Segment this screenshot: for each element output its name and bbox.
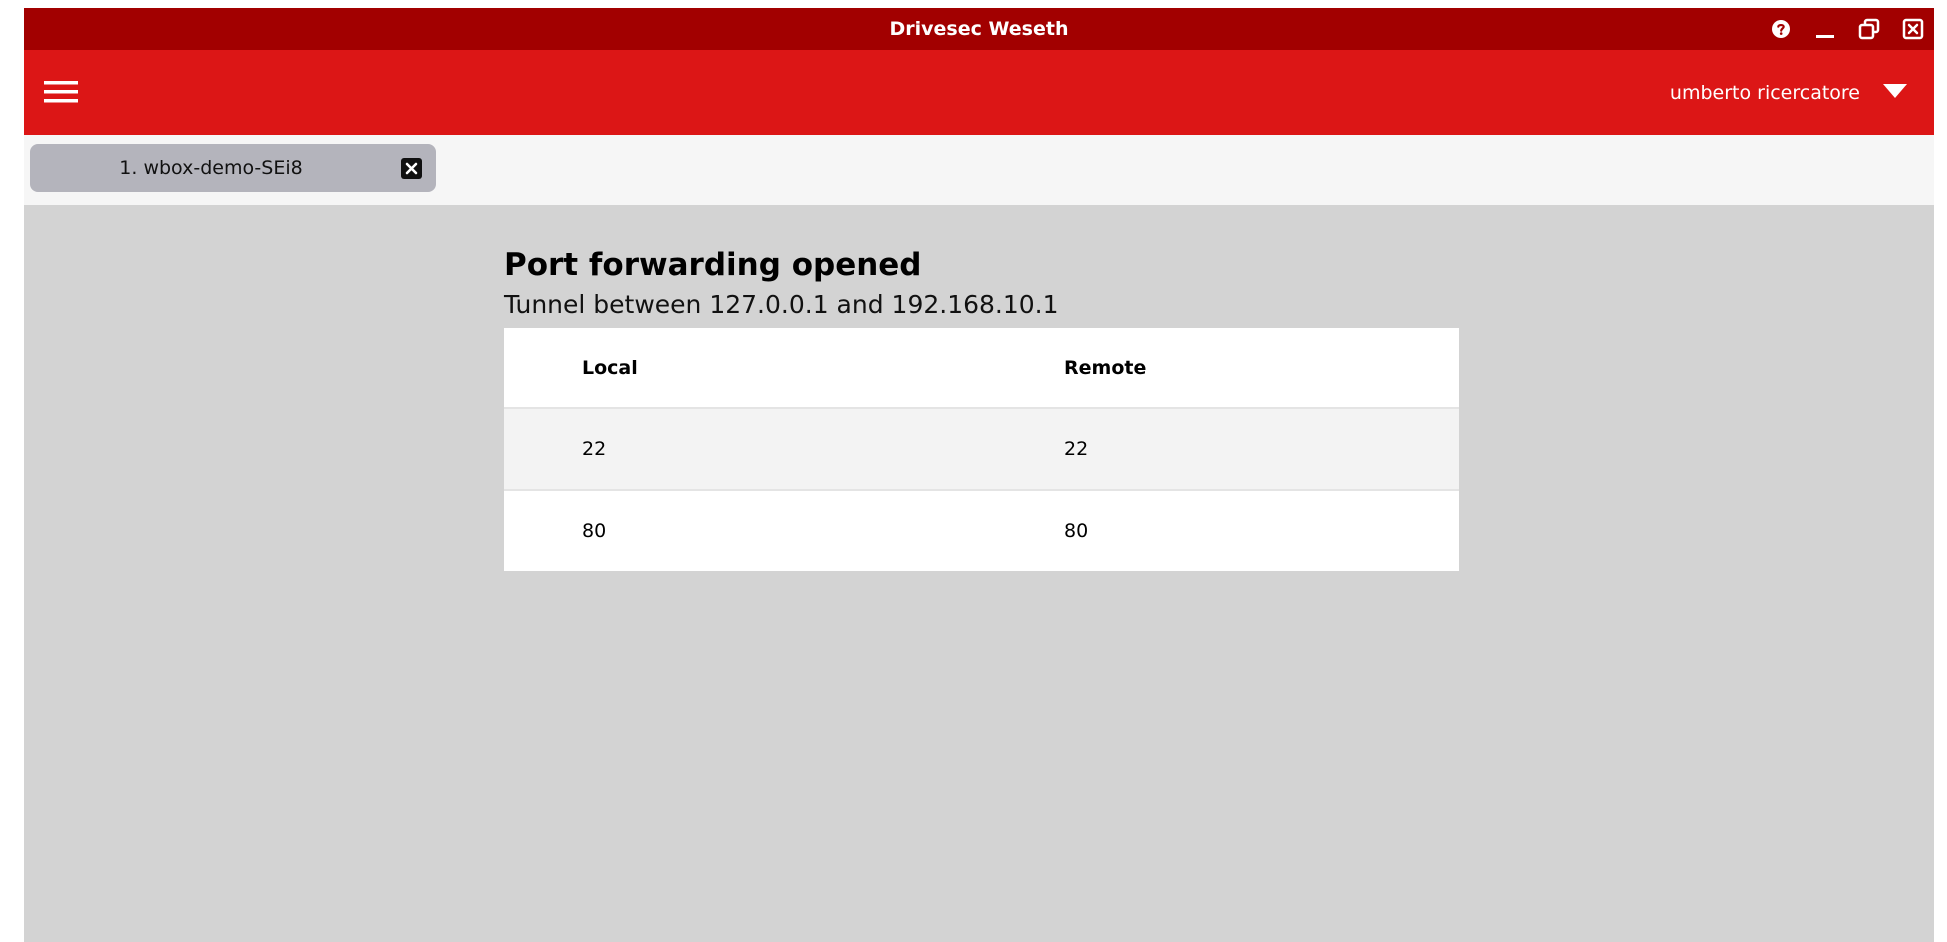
remote-port-cell: 22 [986,408,1459,491]
user-name: umberto ricercatore [1669,81,1860,104]
app-window: Drivesec Weseth umberto ricercatore 1. w… [24,8,1934,942]
title-bar: Drivesec Weseth [24,8,1934,50]
column-header-remote: Remote [986,328,1459,409]
window-controls [1770,8,1924,50]
tab-label: 1. wbox-demo-SEi8 [119,157,303,179]
tab-strip: 1. wbox-demo-SEi8 [24,135,1934,205]
table-row: 22 22 [504,408,1459,491]
close-icon[interactable] [1902,18,1924,40]
help-icon[interactable] [1770,18,1792,40]
restore-icon[interactable] [1858,18,1880,40]
window-title: Drivesec Weseth [889,18,1069,40]
page-title: Port forwarding opened [504,247,922,283]
caret-down-icon [1882,82,1908,104]
table-row: 80 80 [504,490,1459,571]
ports-table: Local Remote 22 22 80 80 [504,328,1459,571]
port-forwarding-panel: Port forwarding opened Tunnel between 12… [504,246,1459,571]
table-header-row: Local Remote [504,328,1459,409]
tab-wbox-demo[interactable]: 1. wbox-demo-SEi8 [30,144,436,192]
minimize-icon[interactable] [1814,18,1836,40]
remote-port-cell: 80 [986,490,1459,571]
local-port-cell: 22 [504,408,986,491]
close-box-icon[interactable] [401,158,422,179]
local-port-cell: 80 [504,490,986,571]
user-menu[interactable]: umberto ricercatore [1670,50,1908,135]
tunnel-description: Tunnel between 127.0.0.1 and 192.168.10.… [504,290,1059,319]
hamburger-menu-icon[interactable] [44,78,78,106]
column-header-local: Local [504,328,986,409]
app-bar: umberto ricercatore [24,50,1934,135]
